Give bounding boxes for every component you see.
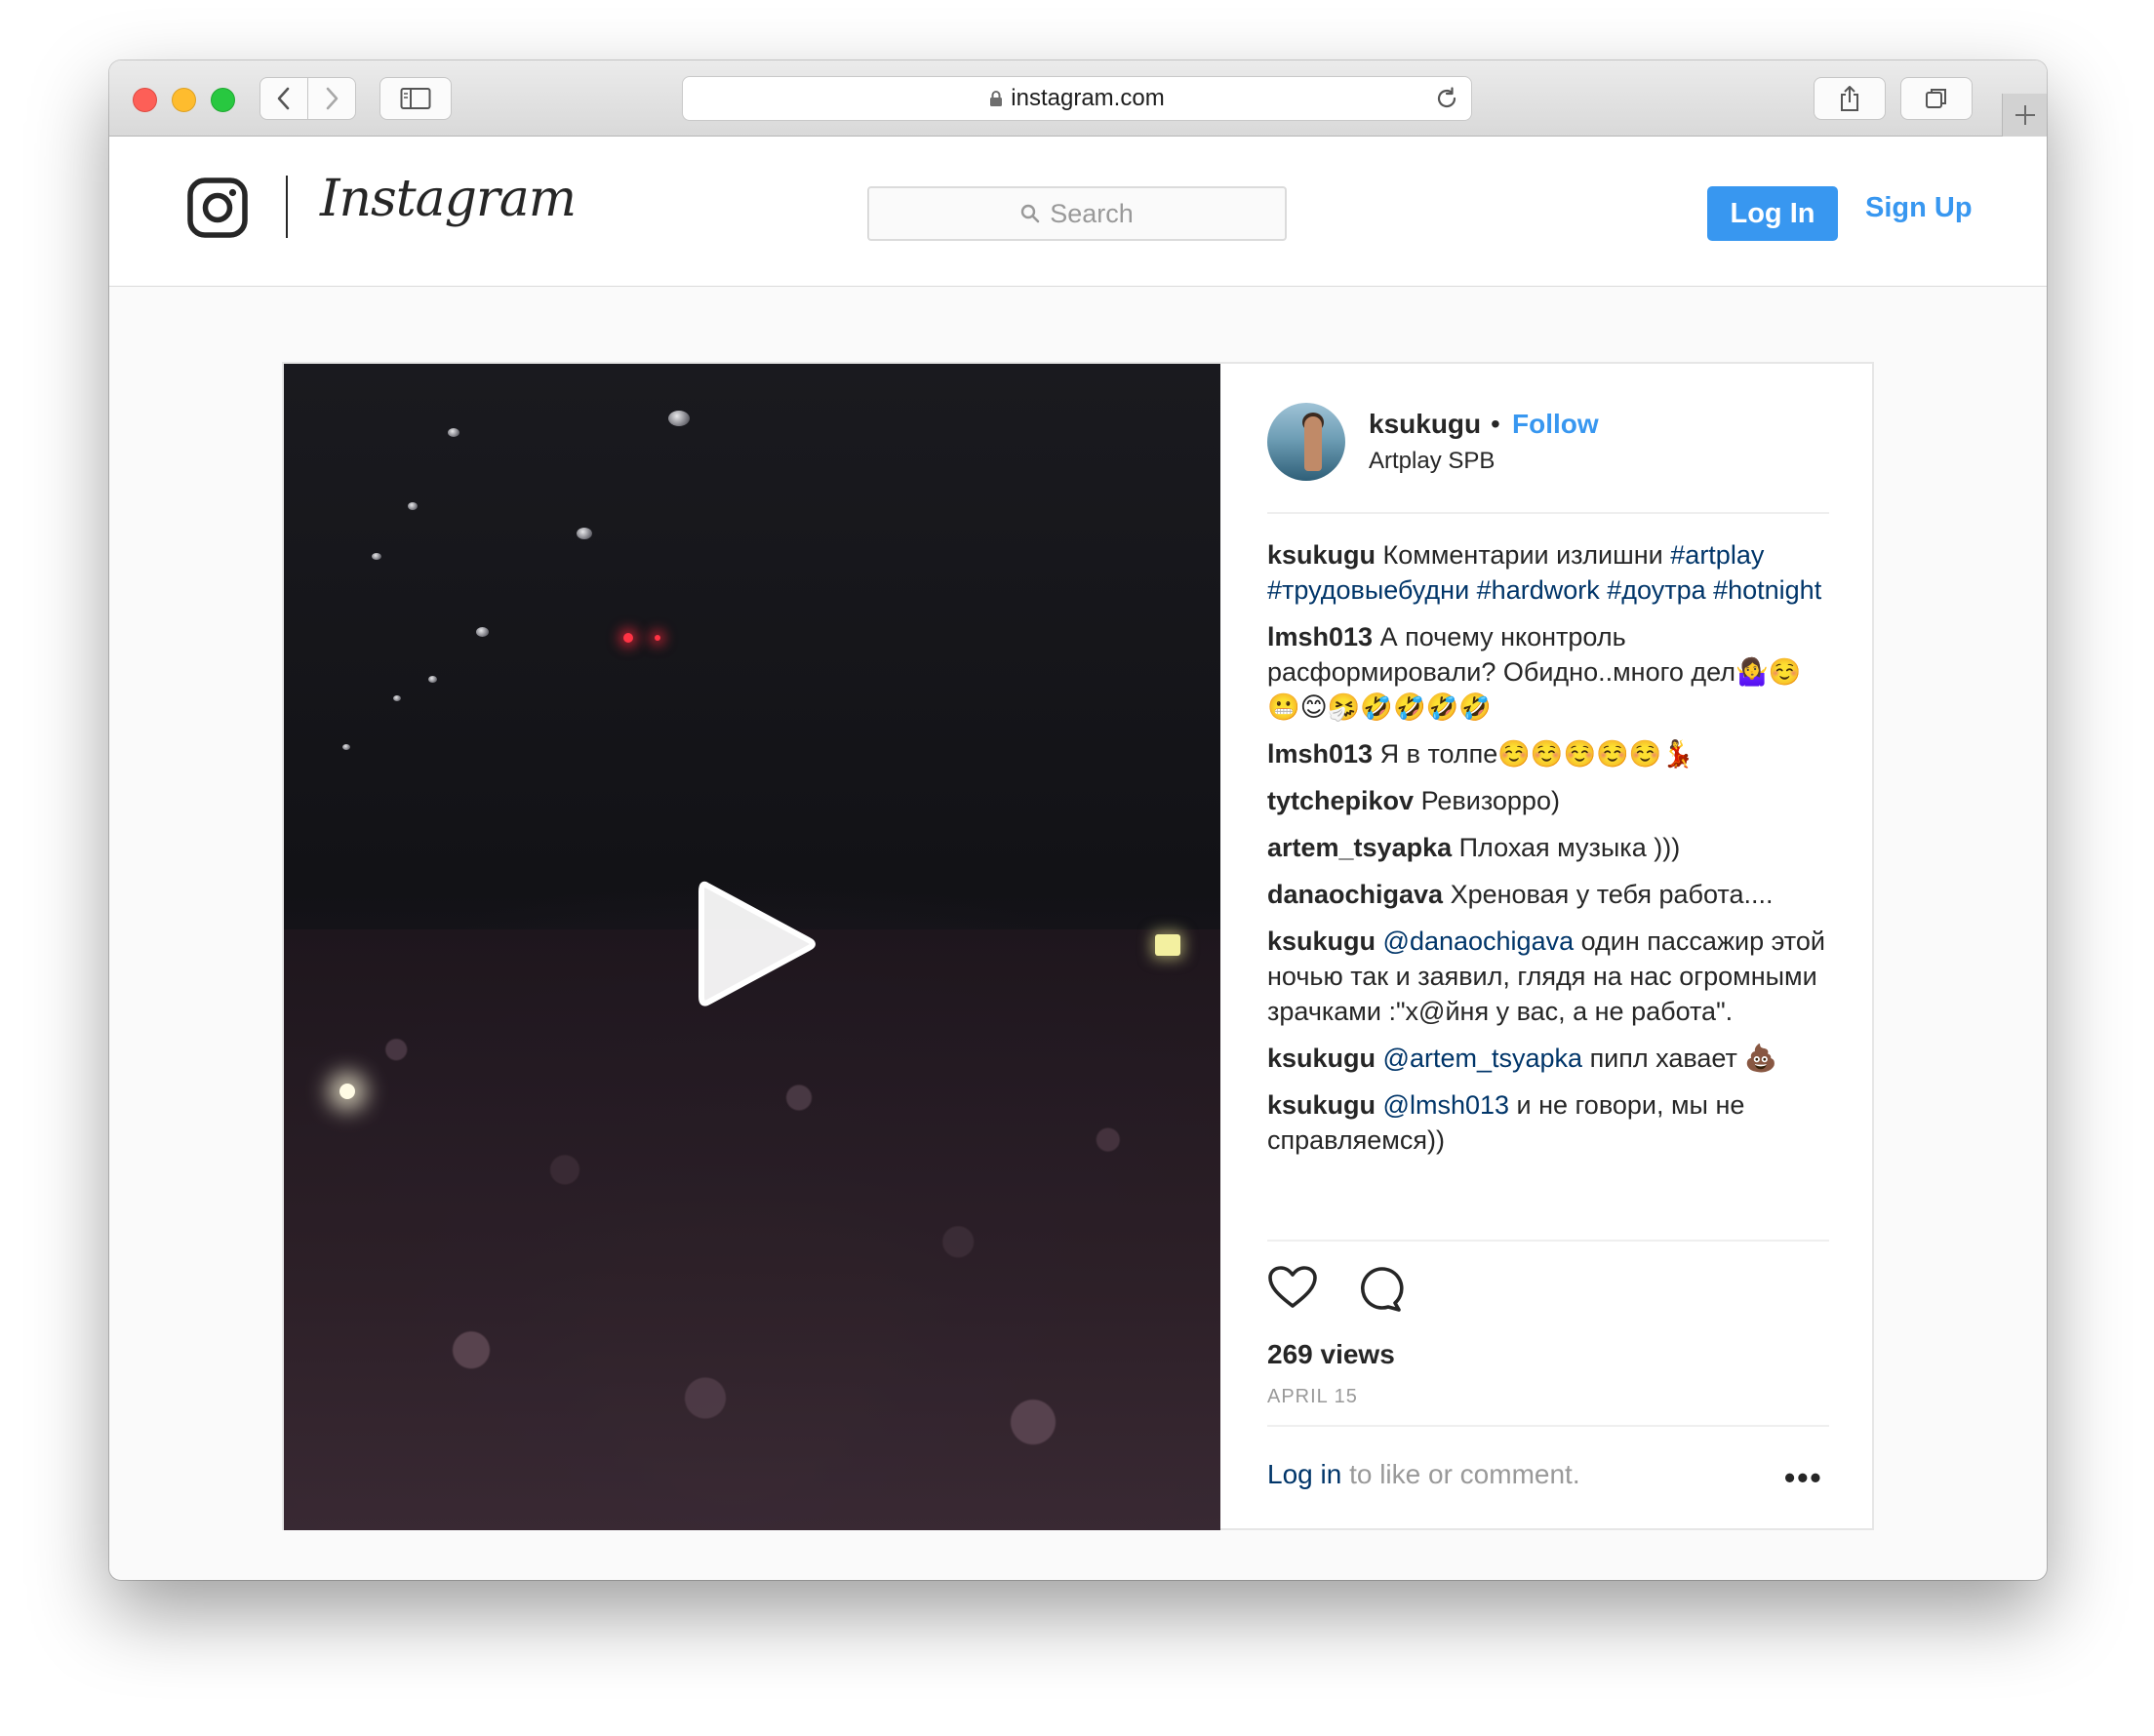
post-username[interactable]: ksukugu xyxy=(1369,409,1481,440)
close-window-button[interactable] xyxy=(133,88,157,112)
separator-dot: • xyxy=(1491,409,1500,439)
heart-icon[interactable] xyxy=(1267,1265,1318,1315)
more-options-icon[interactable]: ••• xyxy=(1784,1460,1823,1496)
follow-button[interactable]: Follow xyxy=(1512,409,1599,440)
list-item: ksukugu @danaochigava один пассажир этой… xyxy=(1267,924,1829,1029)
comment-text: Плохая музыка ))) xyxy=(1458,833,1681,862)
login-link[interactable]: Log in xyxy=(1267,1459,1341,1489)
mirror-ball xyxy=(372,553,381,560)
login-prompt-text: to like or comment. xyxy=(1341,1459,1580,1489)
exit-sign xyxy=(1155,934,1180,956)
comments-list: ksukugu Комментарии излишни #artplay #тр… xyxy=(1267,537,1829,1169)
logo-divider xyxy=(286,176,288,238)
lock-icon xyxy=(989,90,1003,107)
sidebar-icon xyxy=(400,88,431,109)
list-item: artem_tsyapka Плохая музыка ))) xyxy=(1267,830,1829,865)
mirror-ball xyxy=(448,428,459,437)
stage-red-light xyxy=(655,635,660,641)
post-header: ksukugu • Follow Artplay SPB xyxy=(1267,401,1829,514)
comment-username[interactable]: tytchepikov xyxy=(1267,786,1414,815)
comment-username[interactable]: lmsh013 xyxy=(1267,622,1373,651)
new-tab-button[interactable] xyxy=(2002,94,2047,137)
comment-username[interactable]: ksukugu xyxy=(1267,1090,1376,1120)
instagram-wordmark[interactable]: Instagram xyxy=(320,170,577,228)
stage-red-light xyxy=(623,633,633,643)
mention-link[interactable]: @lmsh013 xyxy=(1383,1090,1509,1120)
list-item: lmsh013 Я в толпе☺️☺️☺️☺️☺️💃 xyxy=(1267,736,1829,771)
comment-text: Комментарии излишни xyxy=(1382,540,1663,570)
mirror-ball xyxy=(342,744,350,750)
crowd-scene xyxy=(284,929,1220,1530)
play-icon[interactable] xyxy=(694,876,820,1017)
comment-username[interactable]: ksukugu xyxy=(1267,1044,1376,1073)
reload-icon[interactable] xyxy=(1434,86,1459,118)
comment-text: Ревизорро) xyxy=(1420,786,1560,815)
mirror-ball xyxy=(393,695,401,701)
divider xyxy=(1267,1240,1829,1242)
search-icon xyxy=(1020,204,1040,223)
mirror-ball xyxy=(668,411,690,426)
share-icon xyxy=(1841,86,1858,111)
view-count[interactable]: 269 views xyxy=(1267,1339,1395,1370)
forward-button[interactable] xyxy=(307,77,356,120)
search-placeholder: Search xyxy=(1050,198,1134,228)
browser-window: instagram.com Instagram Search Log In Si… xyxy=(109,60,2047,1580)
plus-icon xyxy=(2014,105,2035,125)
mirror-ball xyxy=(428,676,437,683)
search-input[interactable]: Search xyxy=(867,186,1287,241)
browser-toolbar: instagram.com xyxy=(109,60,2047,137)
address-bar[interactable]: instagram.com xyxy=(682,76,1472,121)
mirror-ball xyxy=(476,627,489,637)
mirror-ball xyxy=(408,502,418,510)
phone-flash-light xyxy=(339,1084,355,1099)
list-item: tytchepikov Ревизорро) xyxy=(1267,783,1829,818)
comment-text: Я в толпе☺️☺️☺️☺️☺️💃 xyxy=(1379,739,1695,769)
login-prompt: Log in to like or comment. xyxy=(1267,1459,1580,1490)
url-text: instagram.com xyxy=(1011,85,1165,111)
list-item: ksukugu @lmsh013 и не говори, мы не спра… xyxy=(1267,1087,1829,1158)
post-location[interactable]: Artplay SPB xyxy=(1369,448,1495,475)
comment-username[interactable]: danaochigava xyxy=(1267,880,1443,909)
chevron-right-icon xyxy=(326,87,339,110)
instagram-header: Instagram Search Log In Sign Up xyxy=(109,137,2047,287)
list-item: ksukugu @artem_tsyapka пипл хавает 💩 xyxy=(1267,1041,1829,1076)
list-item: lmsh013 А почему нконтроль расформировал… xyxy=(1267,619,1829,725)
comment-text: пипл хавает 💩 xyxy=(1589,1044,1778,1073)
signup-link[interactable]: Sign Up xyxy=(1865,192,1973,224)
zoom-window-button[interactable] xyxy=(211,88,235,112)
tabs-icon xyxy=(1926,89,1946,108)
avatar[interactable] xyxy=(1267,403,1345,481)
back-button[interactable] xyxy=(259,77,308,120)
comment-username[interactable]: ksukugu xyxy=(1267,927,1376,956)
instagram-camera-icon[interactable] xyxy=(187,178,248,243)
share-button[interactable] xyxy=(1814,77,1886,120)
comment-username[interactable]: artem_tsyapka xyxy=(1267,833,1452,862)
comment-icon[interactable] xyxy=(1355,1265,1404,1319)
sidebar-toggle-button[interactable] xyxy=(379,77,452,120)
tabs-overview-button[interactable] xyxy=(1900,77,1973,120)
post-date[interactable]: APRIL 15 xyxy=(1267,1386,1358,1408)
chevron-left-icon xyxy=(277,87,290,110)
mirror-ball xyxy=(577,528,592,539)
list-item: danaochigava Хреновая у тебя работа.... xyxy=(1267,877,1829,912)
minimize-window-button[interactable] xyxy=(172,88,196,112)
comment-username[interactable]: ksukugu xyxy=(1267,540,1376,570)
post-video[interactable] xyxy=(284,364,1220,1530)
comment-text: Хреновая у тебя работа.... xyxy=(1450,880,1774,909)
caption: ksukugu Комментарии излишни #artplay #тр… xyxy=(1267,537,1829,608)
mention-link[interactable]: @danaochigava xyxy=(1383,927,1575,956)
post-card: ksukugu • Follow Artplay SPB ksukugu Ком… xyxy=(282,362,1874,1530)
comment-username[interactable]: lmsh013 xyxy=(1267,739,1373,769)
post-details-panel: ksukugu • Follow Artplay SPB ksukugu Ком… xyxy=(1220,364,1874,1530)
mention-link[interactable]: @artem_tsyapka xyxy=(1383,1044,1583,1073)
login-button[interactable]: Log In xyxy=(1707,186,1838,241)
divider xyxy=(1267,1425,1829,1427)
